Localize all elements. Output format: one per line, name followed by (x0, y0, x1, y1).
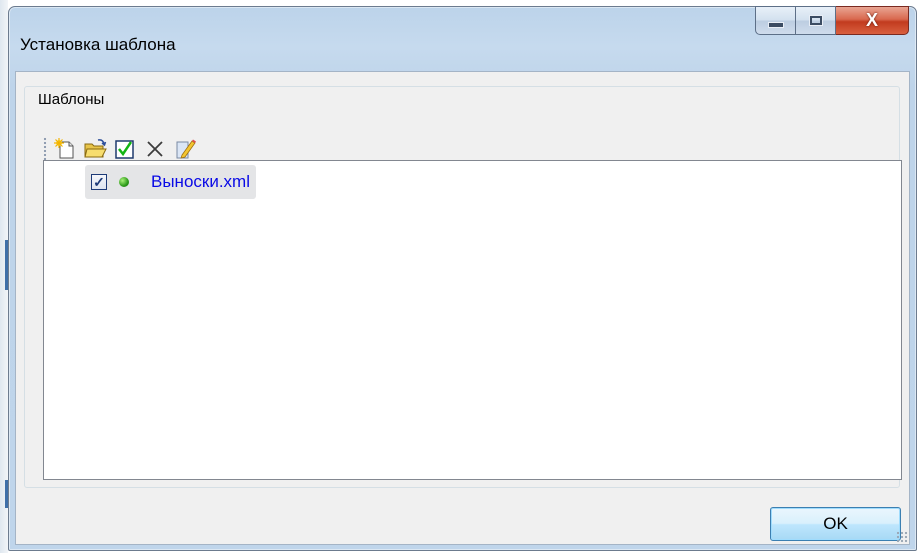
close-icon: X (865, 10, 878, 30)
resize-grip[interactable] (896, 531, 908, 543)
apply-template-button[interactable] (113, 136, 137, 162)
new-template-icon (54, 138, 74, 159)
template-checkbox[interactable]: ✓ (91, 174, 107, 190)
ok-button[interactable]: OK (770, 507, 901, 541)
minimize-icon (767, 21, 784, 28)
delete-template-button[interactable] (143, 136, 167, 162)
open-template-button[interactable] (83, 136, 107, 162)
window-title: Установка шаблона (20, 35, 176, 54)
maximize-button[interactable] (796, 6, 836, 35)
toolbar-grip[interactable] (43, 137, 47, 161)
background-window-edge (0, 0, 8, 553)
new-template-button[interactable] (53, 136, 77, 162)
status-green-icon (119, 177, 129, 187)
dialog-client-area: Шаблоны ✓ Выноски.xml OK (15, 71, 910, 545)
apply-check-icon (115, 140, 134, 159)
close-button[interactable]: X (836, 6, 909, 35)
templates-group-label: Шаблоны (35, 91, 108, 108)
caption-buttons: X (755, 6, 909, 35)
edit-icon (176, 139, 196, 159)
maximize-icon (808, 15, 823, 26)
open-folder-icon (84, 139, 107, 158)
delete-icon (147, 141, 163, 157)
template-name: Выноски.xml (151, 172, 250, 191)
edit-template-button[interactable] (173, 136, 197, 162)
minimize-button[interactable] (755, 6, 796, 35)
dialog-window: Установка шаблона X Шаблоны ✓ Выноски.xm… (8, 6, 917, 551)
tree-item[interactable]: ✓ Выноски.xml (85, 165, 256, 199)
templates-tree[interactable]: ✓ Выноски.xml (43, 160, 902, 480)
